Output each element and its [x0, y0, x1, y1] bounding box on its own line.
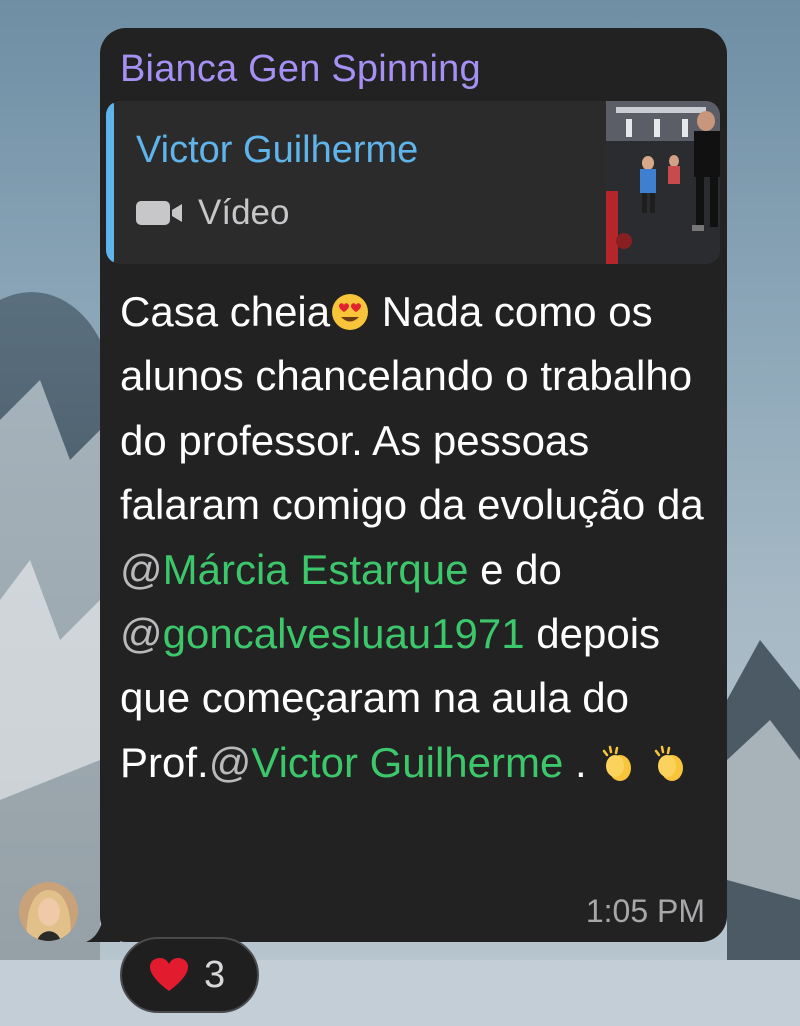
text-segment: e do [468, 545, 574, 593]
message-text: Casa cheia Nada como os alunos chancelan… [120, 280, 710, 795]
video-camera-icon [136, 201, 182, 225]
message-timestamp: 1:05 PM [585, 893, 705, 929]
reply-author: Victor Guilherme [136, 129, 419, 171]
reaction-count: 3 [204, 953, 226, 996]
reply-type-label: Vídeo [198, 193, 290, 232]
mention-at-sign: @ [120, 545, 163, 593]
message-bubble[interactable]: Bianca Gen Spinning Victor Guilherme Víd… [100, 28, 727, 942]
reply-preview[interactable]: Victor Guilherme Vídeo [106, 101, 720, 264]
mention-goncalvesluau1971[interactable]: goncalvesluau1971 [163, 610, 525, 657]
reply-media-type: Vídeo [136, 193, 289, 233]
clapping-hands-emoji-icon [654, 745, 684, 781]
heart-eyes-emoji-icon [332, 294, 369, 330]
sender-avatar[interactable] [19, 882, 78, 941]
mention-marcia-estarque[interactable]: Márcia Estarque [163, 546, 469, 593]
mention-at-sign: @ [120, 610, 163, 658]
text-segment: . [563, 738, 599, 786]
clapping-hands-emoji-icon [603, 745, 632, 781]
reply-accent-bar [106, 101, 114, 264]
mention-at-sign: @ [208, 738, 252, 786]
sender-name[interactable]: Bianca Gen Spinning [120, 48, 481, 91]
text-segment: Casa cheia [120, 288, 331, 335]
mention-victor-guilherme[interactable]: Victor Guilherme [251, 739, 563, 786]
video-thumbnail[interactable] [606, 101, 720, 264]
reaction-pill[interactable]: 3 [120, 937, 259, 1013]
heart-icon [150, 958, 188, 991]
